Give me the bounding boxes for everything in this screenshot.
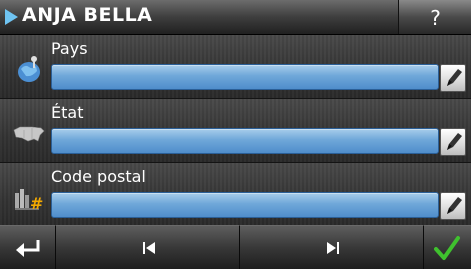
back-button[interactable] [0,225,56,269]
footer-toolbar [0,225,471,269]
help-button[interactable]: ? [398,0,471,34]
next-button[interactable] [240,225,424,269]
country-label: Pays [51,39,88,58]
state-field[interactable] [51,128,439,154]
country-edit-button[interactable] [440,64,466,92]
checkmark-icon [434,236,460,260]
pencil-icon [447,133,462,150]
map-usa-icon [13,126,45,142]
postal-code-row: # Code postal [0,163,471,227]
previous-button[interactable] [56,225,240,269]
globe-pin-icon [18,56,40,82]
header-bar: ANJA BELLA ? [0,0,471,35]
back-arrow-icon [16,240,40,257]
zip-code-icon: # [15,189,43,213]
skip-next-icon [327,242,339,254]
postal-code-label: Code postal [51,167,146,186]
skip-previous-icon [143,242,155,254]
country-field[interactable] [51,64,439,90]
postal-code-field[interactable] [51,192,439,218]
state-row: État [0,99,471,163]
pencil-icon [447,69,462,86]
state-edit-button[interactable] [440,128,466,156]
svg-text:#: # [30,194,43,213]
pencil-icon [447,197,462,214]
page-title: ANJA BELLA [22,4,153,26]
country-row: Pays [0,35,471,99]
postal-code-edit-button[interactable] [440,192,466,220]
address-entry-screen: ANJA BELLA ? Pays État # Code postal [0,0,471,269]
state-label: État [51,103,84,122]
play-arrow-icon [5,9,18,25]
ok-button[interactable] [424,225,471,269]
